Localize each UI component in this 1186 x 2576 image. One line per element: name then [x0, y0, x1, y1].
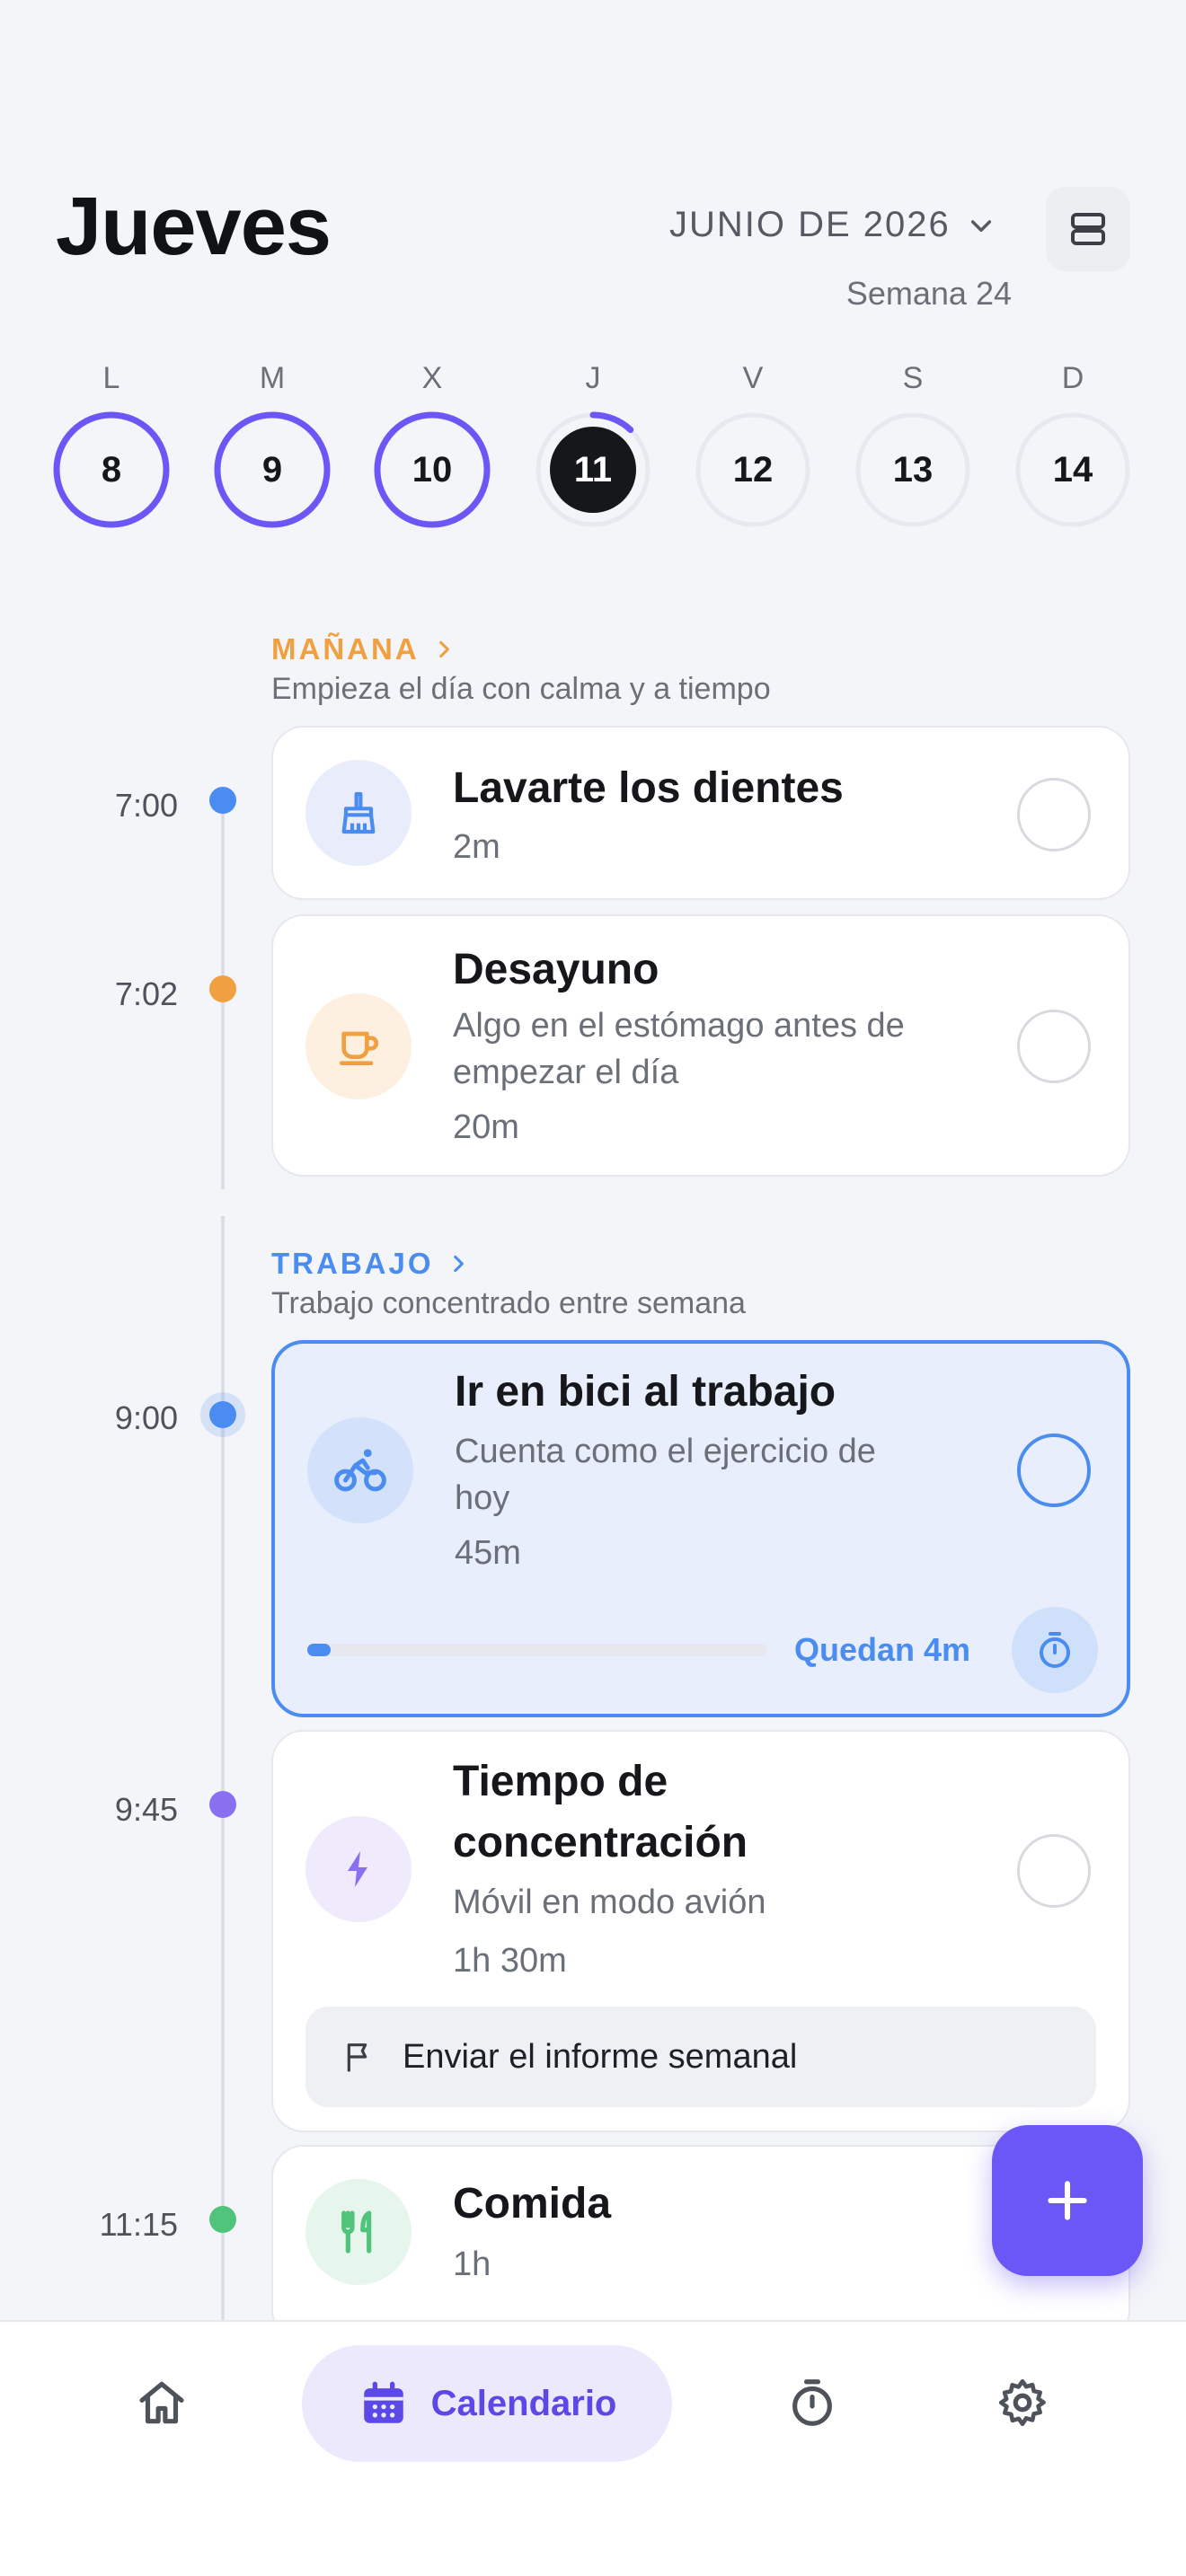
- task-card[interactable]: Tiempo de concentración Móvil en modo av…: [271, 1730, 1130, 2132]
- brush-icon: [341, 791, 376, 834]
- bottom-nav: Calendario: [0, 2320, 1186, 2576]
- day-number: 8: [101, 449, 122, 490]
- month-label: JUNIO DE 2026: [669, 205, 951, 244]
- day-button[interactable]: 8: [53, 411, 170, 528]
- cyclist-icon: [334, 1449, 386, 1492]
- task-duration: 45m: [455, 1534, 521, 1572]
- task-checkbox[interactable]: [1017, 1834, 1091, 1908]
- day-button[interactable]: 9: [214, 411, 331, 528]
- add-task-button[interactable]: [992, 2125, 1143, 2276]
- task-description: Móvil en modo avión: [453, 1883, 766, 1921]
- timeline-line: [221, 1216, 225, 2320]
- nav-home[interactable]: [117, 2358, 207, 2448]
- weekday-letter: D: [1061, 361, 1084, 395]
- task-time: 7:00: [114, 787, 178, 824]
- lightning-icon: [348, 1851, 367, 1887]
- timeline-dot: [209, 787, 236, 814]
- home-icon: [139, 2381, 184, 2424]
- day-button[interactable]: 10: [374, 411, 491, 528]
- task-duration: 1h 30m: [453, 1942, 567, 1980]
- task-card[interactable]: Lavarte los dientes 2m: [271, 726, 1130, 900]
- task-icon-badge: [305, 760, 412, 866]
- day-button-today[interactable]: 11: [535, 411, 651, 528]
- task-duration: 20m: [453, 1108, 519, 1146]
- week-number: Semana 24: [845, 275, 1012, 312]
- task-title: Lavarte los dientes: [453, 764, 844, 812]
- task-checkbox[interactable]: [1017, 1010, 1091, 1083]
- section-title: TRABAJO: [271, 1247, 434, 1280]
- weekday-letter: L: [102, 361, 120, 395]
- section-subtitle: Trabajo concentrado entre semana: [271, 1286, 746, 1320]
- task-checkbox[interactable]: [1017, 1434, 1091, 1507]
- task-title: Comida: [453, 2180, 612, 2228]
- nav-calendar[interactable]: Calendario: [302, 2345, 672, 2462]
- time-remaining: Quedan 4m: [794, 1631, 971, 1668]
- plus-icon: [1048, 2181, 1087, 2220]
- task-icon-badge: [307, 1417, 413, 1523]
- section-title: MAÑANA: [271, 632, 420, 666]
- gear-icon: [998, 2378, 1046, 2427]
- timeline-dot: [209, 975, 236, 1002]
- page-title: Jueves: [56, 181, 332, 272]
- task-time: 11:15: [99, 2206, 178, 2243]
- task-title: Ir en bici al trabajo: [455, 1368, 836, 1416]
- task-duration: 2m: [453, 828, 500, 866]
- weekday-letter: V: [742, 361, 764, 395]
- task-description: Cuenta como el ejercicio de hoy: [455, 1433, 876, 1517]
- day-number: 14: [1052, 449, 1093, 490]
- day-number: 10: [412, 449, 453, 490]
- weekday-letter: X: [421, 361, 443, 395]
- task-duration: 1h: [453, 2245, 491, 2283]
- task-checkbox[interactable]: [1017, 778, 1091, 851]
- day-number: 11: [573, 449, 613, 490]
- coffee-cup-icon: [340, 1031, 379, 1065]
- task-description: Algo en el estómago antes de empezar el …: [453, 1007, 905, 1091]
- month-selector[interactable]: JUNIO DE 2026: [669, 205, 996, 245]
- stopwatch-icon: [792, 2379, 832, 2426]
- subtask-item[interactable]: Enviar el informe semanal: [305, 2007, 1096, 2107]
- calendar-icon: [363, 2381, 403, 2423]
- stopwatch-icon: [1040, 1632, 1070, 1668]
- task-card-active[interactable]: Ir en bici al trabajo Cuenta como el eje…: [271, 1340, 1130, 1717]
- timeline-dot-active: [209, 1401, 236, 1428]
- list-view-icon: [1071, 213, 1105, 245]
- task-icon-badge: [305, 993, 412, 1099]
- task-progress-bar: [307, 1644, 767, 1656]
- task-card[interactable]: Desayuno Algo en el estómago antes de em…: [271, 914, 1130, 1177]
- day-number: 9: [261, 449, 283, 490]
- timeline-dot: [209, 1791, 236, 1818]
- day-number: 12: [732, 449, 774, 490]
- section-header-manana[interactable]: MAÑANA: [271, 632, 456, 666]
- task-time: 7:02: [114, 975, 178, 1012]
- flag-icon: [347, 2043, 367, 2072]
- nav-timer[interactable]: [767, 2358, 857, 2448]
- task-title: Desayuno: [453, 946, 659, 993]
- nav-calendar-label: Calendario: [430, 2383, 617, 2423]
- task-icon-badge: [305, 2179, 412, 2285]
- task-time: 9:45: [114, 1791, 178, 1828]
- chevron-right-icon: [438, 640, 449, 658]
- task-icon-badge: [305, 1816, 412, 1922]
- timer-button[interactable]: [1012, 1607, 1098, 1693]
- weekday-letter: J: [585, 361, 601, 395]
- chevron-right-icon: [453, 1255, 464, 1273]
- nav-settings[interactable]: [978, 2358, 1067, 2448]
- day-button[interactable]: 13: [854, 411, 971, 528]
- section-subtitle: Empieza el día con calma y a tiempo: [271, 672, 771, 706]
- weekday-letter: S: [902, 361, 924, 395]
- section-header-trabajo[interactable]: TRABAJO: [271, 1247, 470, 1281]
- weekday-letter: M: [259, 361, 286, 395]
- chevron-down-icon: [970, 219, 991, 232]
- day-button[interactable]: 12: [695, 411, 811, 528]
- task-title: Tiempo de concentración: [453, 1758, 748, 1866]
- day-button[interactable]: 14: [1014, 411, 1131, 528]
- task-time: 9:00: [114, 1399, 178, 1436]
- task-progress-fill: [307, 1644, 331, 1656]
- subtask-label: Enviar el informe semanal: [403, 2037, 798, 2076]
- day-number: 13: [892, 449, 934, 490]
- utensils-icon: [341, 2210, 372, 2254]
- timeline-dot: [209, 2206, 236, 2233]
- view-toggle-button[interactable]: [1046, 187, 1130, 271]
